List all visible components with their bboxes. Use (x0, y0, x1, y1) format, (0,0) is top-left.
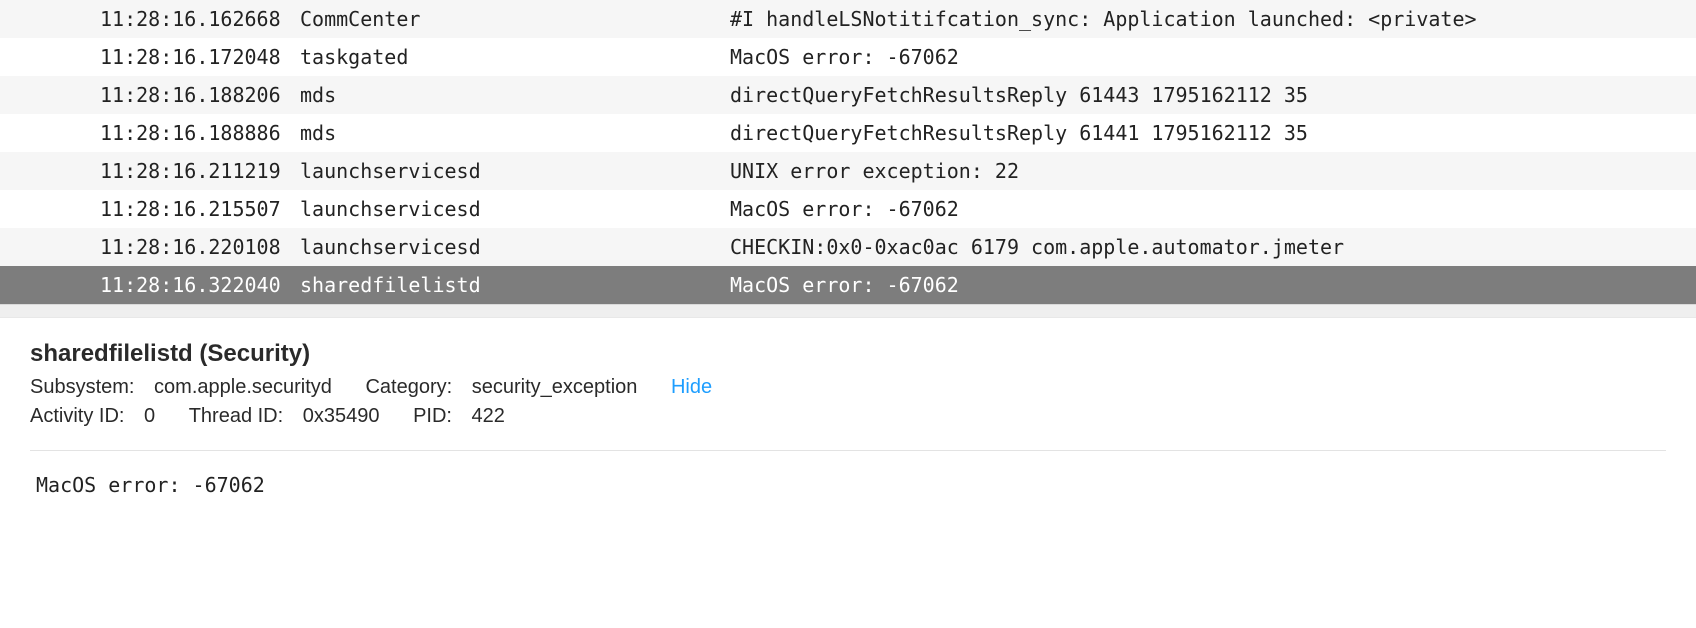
log-time: 11:28:16.162668 (0, 0, 300, 38)
log-message: MacOS error: -67062 (730, 266, 1696, 304)
log-row[interactable]: 11:28:16.220108launchservicesdCHECKIN:0x… (0, 228, 1696, 266)
pane-divider[interactable] (0, 304, 1696, 318)
log-process: launchservicesd (300, 228, 730, 266)
activity-id-value: 0 (144, 405, 155, 427)
log-message: CHECKIN:0x0-0xac0ac 6179 com.apple.autom… (730, 228, 1696, 266)
subsystem-value: com.apple.securityd (154, 376, 332, 398)
log-row[interactable]: 11:28:16.188206mdsdirectQueryFetchResult… (0, 76, 1696, 114)
log-row[interactable]: 11:28:16.188886mdsdirectQueryFetchResult… (0, 114, 1696, 152)
log-row[interactable]: 11:28:16.322040sharedfilelistdMacOS erro… (0, 266, 1696, 304)
log-message: directQueryFetchResultsReply 61441 17951… (730, 114, 1696, 152)
details-meta-line-2: Activity ID: 0 Thread ID: 0x35490 PID: 4… (30, 405, 1666, 428)
log-time: 11:28:16.215507 (0, 190, 300, 228)
log-process: launchservicesd (300, 152, 730, 190)
log-row[interactable]: 11:28:16.172048taskgatedMacOS error: -67… (0, 38, 1696, 76)
log-process: sharedfilelistd (300, 266, 730, 304)
log-row[interactable]: 11:28:16.162668CommCenter#I handleLSNoti… (0, 0, 1696, 38)
thread-id-value: 0x35490 (303, 405, 380, 427)
log-time: 11:28:16.322040 (0, 266, 300, 304)
log-time: 11:28:16.188886 (0, 114, 300, 152)
log-message: directQueryFetchResultsReply 61443 17951… (730, 76, 1696, 114)
log-message: MacOS error: -67062 (730, 190, 1696, 228)
log-time: 11:28:16.188206 (0, 76, 300, 114)
log-table: 11:28:16.162668CommCenter#I handleLSNoti… (0, 0, 1696, 304)
log-process: taskgated (300, 38, 730, 76)
log-time: 11:28:16.220108 (0, 228, 300, 266)
pid-value: 422 (472, 405, 505, 427)
log-process: launchservicesd (300, 190, 730, 228)
category-label: Category: (365, 376, 452, 398)
log-row[interactable]: 11:28:16.215507launchservicesdMacOS erro… (0, 190, 1696, 228)
details-title: sharedfilelistd (Security) (30, 340, 1666, 368)
activity-id-label: Activity ID: (30, 405, 124, 427)
log-message: #I handleLSNotitifcation_sync: Applicati… (730, 0, 1696, 38)
details-pane: sharedfilelistd (Security) Subsystem: co… (0, 318, 1696, 507)
log-time: 11:28:16.211219 (0, 152, 300, 190)
thread-id-label: Thread ID: (189, 405, 283, 427)
log-process: mds (300, 76, 730, 114)
log-process: mds (300, 114, 730, 152)
details-separator (30, 450, 1666, 451)
pid-label: PID: (413, 405, 452, 427)
log-message: MacOS error: -67062 (730, 38, 1696, 76)
hide-link[interactable]: Hide (671, 376, 712, 398)
log-process: CommCenter (300, 0, 730, 38)
log-time: 11:28:16.172048 (0, 38, 300, 76)
subsystem-label: Subsystem: (30, 376, 134, 398)
category-value: security_exception (472, 376, 638, 398)
log-row[interactable]: 11:28:16.211219launchservicesdUNIX error… (0, 152, 1696, 190)
details-body: MacOS error: -67062 (30, 473, 1666, 497)
log-message: UNIX error exception: 22 (730, 152, 1696, 190)
details-meta-line-1: Subsystem: com.apple.securityd Category:… (30, 376, 1666, 399)
